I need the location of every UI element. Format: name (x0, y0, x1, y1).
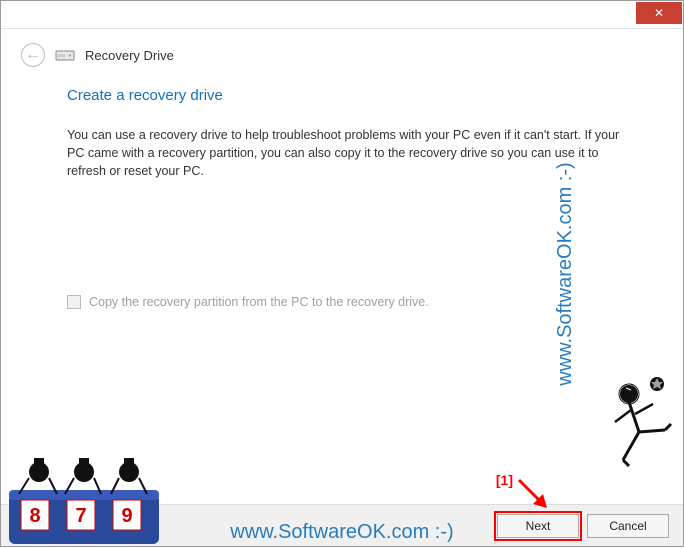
wizard-title: Recovery Drive (85, 48, 174, 63)
wizard-footer: Next Cancel (1, 504, 683, 546)
annotation-label: [1] (496, 472, 513, 488)
back-button: ← (21, 43, 45, 67)
checkbox-label: Copy the recovery partition from the PC … (89, 295, 429, 309)
cancel-button[interactable]: Cancel (587, 514, 669, 538)
wizard-content: Create a recovery drive You can use a re… (1, 79, 683, 329)
close-icon: ✕ (654, 6, 664, 20)
drive-icon (55, 48, 75, 62)
close-button[interactable]: ✕ (636, 2, 682, 24)
page-description: You can use a recovery drive to help tro… (67, 126, 625, 180)
back-arrow-icon: ← (25, 46, 41, 64)
next-button[interactable]: Next (497, 514, 579, 538)
page-heading: Create a recovery drive (67, 87, 625, 104)
copy-partition-checkbox: Copy the recovery partition from the PC … (67, 295, 625, 309)
titlebar: ✕ (1, 1, 683, 29)
annotation-arrow-icon (515, 476, 555, 516)
cartoon-kicker-icon (609, 374, 681, 494)
wizard-header: ← Recovery Drive (1, 29, 683, 79)
checkbox-icon (67, 295, 81, 309)
